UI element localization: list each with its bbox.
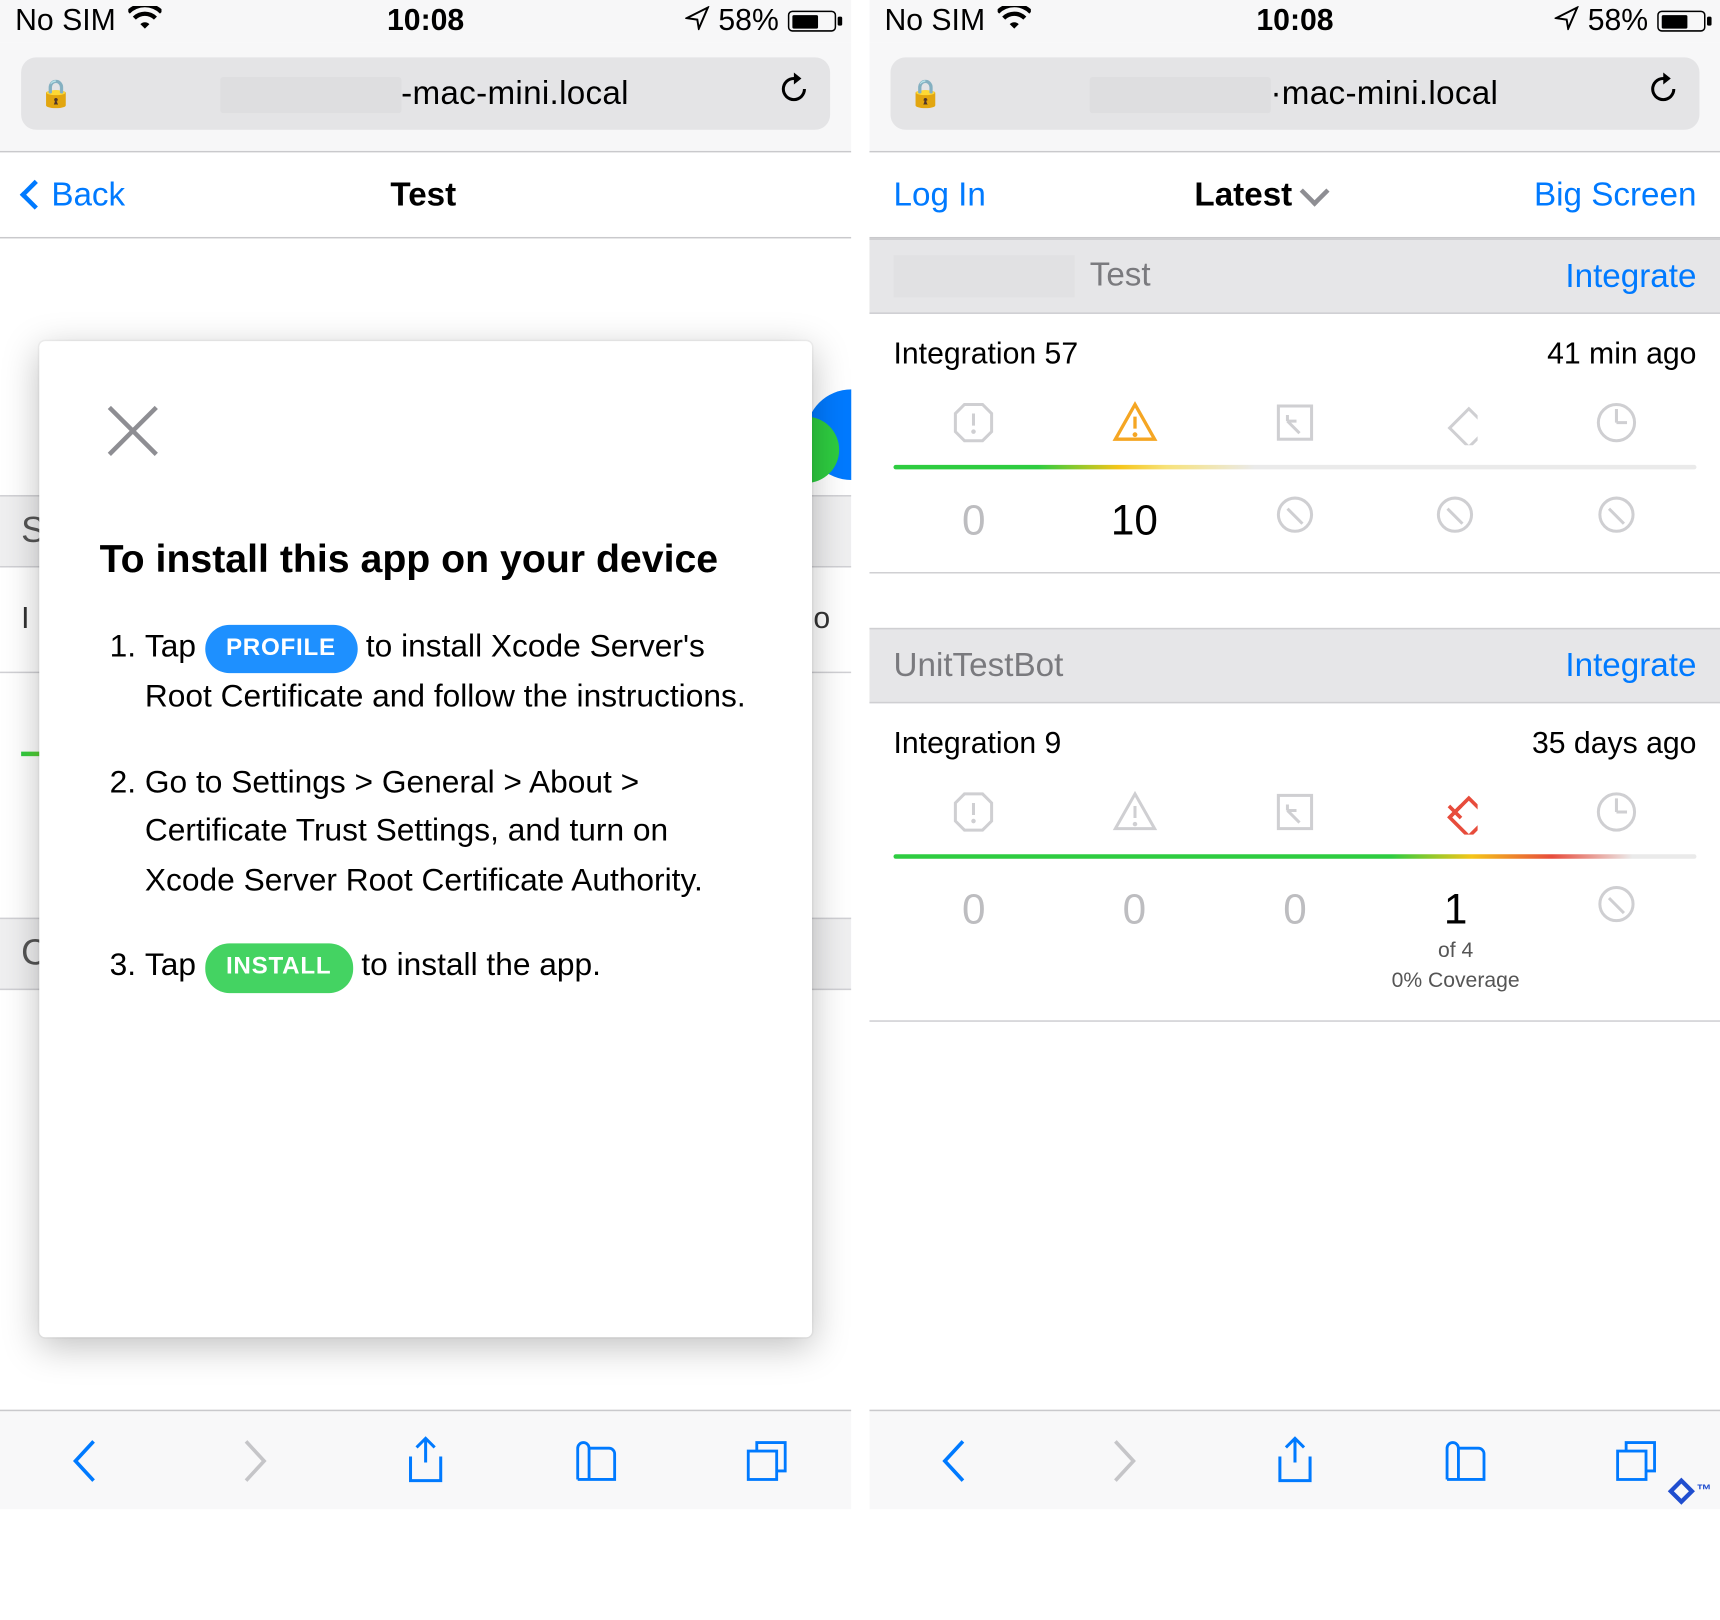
location-icon — [685, 4, 709, 39]
integration-row[interactable]: Integration 9 35 days ago 0 0 0 1 of 4 0… — [869, 703, 1720, 1021]
safari-toolbar — [0, 1410, 851, 1510]
bookmarks-icon[interactable] — [1441, 1435, 1489, 1486]
profile-button[interactable]: PROFILE — [205, 624, 357, 674]
share-icon[interactable] — [1271, 1435, 1319, 1486]
modal-heading: To install this app on your device — [100, 534, 752, 583]
url-field[interactable]: 🔒 ·mac-mini.local — [890, 57, 1699, 129]
lock-icon: 🔒 — [909, 78, 943, 110]
toolbar-forward — [1101, 1435, 1149, 1486]
page-nav-bar: Log In Latest Big Screen — [869, 152, 1720, 237]
status-bar: No SIM 10:08 58% — [0, 0, 851, 42]
wifi-icon — [997, 4, 1030, 39]
watermark-icon: ™ — [1666, 1476, 1711, 1506]
step-1: Tap PROFILE to install Xcode Server's Ro… — [145, 623, 752, 723]
warnings-icon — [1054, 400, 1215, 453]
integration-row[interactable]: Integration 57 41 min ago 0 10 — [869, 314, 1720, 574]
errors-icon — [894, 789, 1055, 842]
integrate-button[interactable]: Integrate — [1565, 646, 1696, 685]
carrier-label: No SIM — [884, 4, 985, 39]
lock-icon: 🔒 — [39, 78, 73, 110]
battery-pct: 58% — [1588, 4, 1648, 39]
back-button[interactable]: Back — [24, 175, 125, 214]
integration-label: Integration 9 — [894, 727, 1062, 762]
redacted-host-prefix — [220, 77, 401, 113]
tests-coverage: 0% Coverage — [1375, 967, 1536, 993]
tabs-icon[interactable] — [742, 1435, 790, 1486]
safari-url-bar: 🔒 -mac-mini.local — [0, 42, 851, 151]
integrate-button[interactable]: Integrate — [1565, 257, 1696, 296]
toolbar-back[interactable] — [930, 1435, 978, 1486]
analysis-icon — [1215, 400, 1376, 453]
wifi-icon — [128, 4, 161, 39]
status-gradient — [894, 854, 1697, 859]
install-instructions-modal: To install this app on your device Tap P… — [39, 341, 812, 1337]
bookmarks-icon[interactable] — [572, 1435, 620, 1486]
bots-list: Test Integrate Integration 57 41 min ago… — [869, 238, 1720, 1021]
perf-value — [1536, 497, 1697, 545]
errors-value: 0 — [962, 886, 986, 933]
screenshot-right: No SIM 10:08 58% 🔒 ·mac-mini.local Log I… — [869, 0, 1720, 1509]
errors-value: 0 — [962, 497, 986, 544]
analysis-icon — [1215, 789, 1376, 842]
redacted-host-prefix — [1089, 77, 1270, 113]
filter-dropdown[interactable]: Latest — [1194, 175, 1325, 214]
share-icon[interactable] — [401, 1435, 449, 1486]
page-title: Test — [390, 175, 456, 214]
perf-icon — [1536, 789, 1697, 842]
chevron-down-icon — [1300, 177, 1330, 207]
tests-value — [1375, 497, 1536, 545]
redacted-bot-prefix — [894, 255, 1075, 297]
step-2: Go to Settings > General > About > Certi… — [145, 759, 752, 906]
bot-header-test: Test Integrate — [869, 238, 1720, 313]
integration-time: 35 days ago — [1532, 727, 1696, 762]
battery-pct: 58% — [718, 4, 778, 39]
errors-icon — [894, 400, 1055, 453]
analysis-value — [1215, 497, 1376, 545]
url-host: -mac-mini.local — [88, 74, 761, 114]
perf-value — [1536, 886, 1697, 993]
toolbar-back[interactable] — [61, 1435, 109, 1486]
safari-toolbar — [869, 1410, 1720, 1510]
warnings-value: 0 — [1123, 886, 1147, 933]
clock: 10:08 — [387, 4, 464, 39]
reload-icon[interactable] — [776, 71, 812, 116]
url-field[interactable]: 🔒 -mac-mini.local — [21, 57, 830, 129]
page-nav-bar: Back Test — [0, 152, 851, 237]
step-3: Tap INSTALL to install the app. — [145, 943, 752, 994]
tests-fail-icon — [1375, 789, 1536, 842]
reload-icon[interactable] — [1645, 71, 1681, 116]
safari-url-bar: 🔒 ·mac-mini.local — [869, 42, 1720, 151]
login-button[interactable]: Log In — [894, 175, 986, 214]
perf-icon — [1536, 400, 1697, 453]
status-gradient — [894, 465, 1697, 470]
screenshot-left: No SIM 10:08 58% 🔒 -mac-mini.local Back … — [0, 0, 851, 1509]
toolbar-forward — [231, 1435, 279, 1486]
install-button[interactable]: INSTALL — [205, 944, 353, 994]
chevron-left-icon — [20, 180, 50, 210]
bot-header-unittest: UnitTestBot Integrate — [869, 628, 1720, 703]
warnings-value: 10 — [1111, 497, 1158, 544]
tests-value: 1 — [1444, 886, 1468, 933]
tests-of: of 4 — [1375, 937, 1536, 963]
clock: 10:08 — [1256, 4, 1333, 39]
battery-icon — [788, 11, 836, 32]
warnings-icon — [1054, 789, 1215, 842]
carrier-label: No SIM — [15, 4, 116, 39]
big-screen-button[interactable]: Big Screen — [1534, 175, 1696, 214]
integration-label: Integration 57 — [894, 338, 1079, 373]
status-bar: No SIM 10:08 58% — [869, 0, 1720, 42]
close-icon[interactable] — [100, 395, 166, 461]
url-host: ·mac-mini.local — [958, 74, 1631, 114]
analysis-value: 0 — [1283, 886, 1307, 933]
location-icon — [1555, 4, 1579, 39]
tests-icon — [1375, 400, 1536, 453]
integration-time: 41 min ago — [1547, 338, 1696, 373]
battery-icon — [1657, 11, 1705, 32]
tabs-icon[interactable] — [1611, 1435, 1659, 1486]
